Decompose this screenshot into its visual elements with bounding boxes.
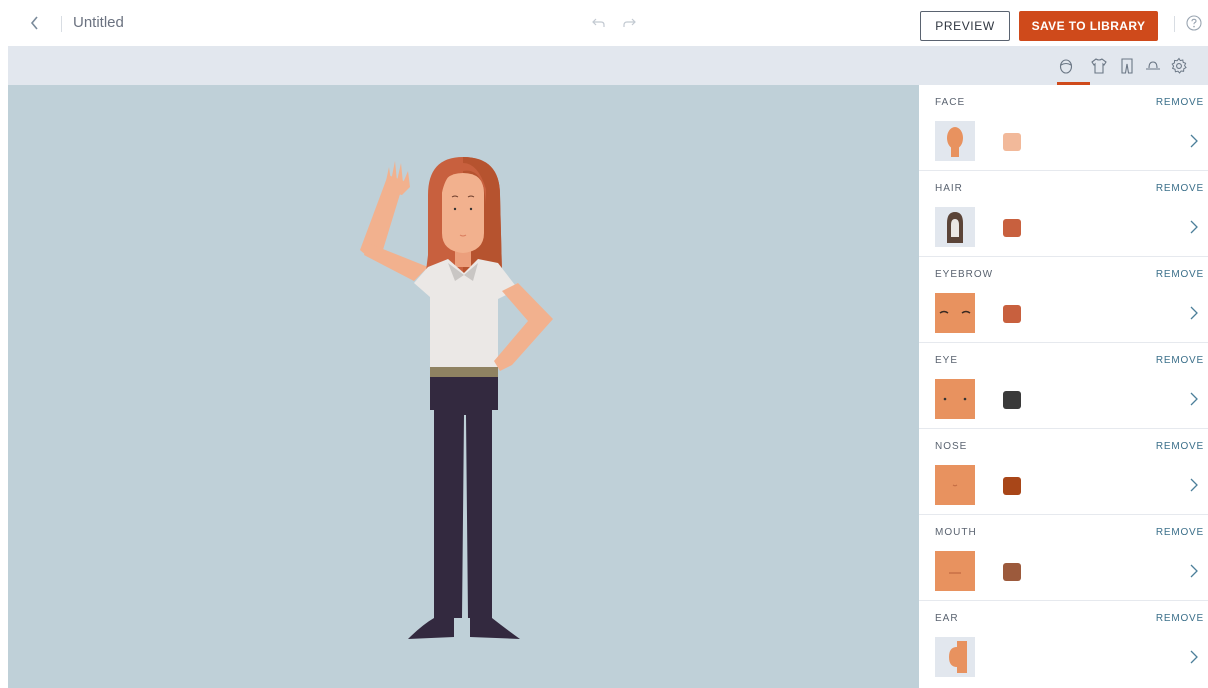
face-preview-image [935,121,975,161]
help-circle-icon[interactable] [1185,14,1203,32]
redo-icon [623,18,636,27]
shirt-icon [1091,58,1107,74]
hat-icon [1146,61,1160,70]
nose-section: NOSE REMOVE [919,429,1208,515]
section-label: HAIR [935,183,963,194]
character-figure[interactable] [8,85,919,688]
undo-button[interactable] [590,14,608,32]
hair-thumbnail[interactable] [935,207,975,247]
eye-thumbnail[interactable] [935,379,975,419]
remove-button[interactable]: REMOVE [1156,613,1204,624]
pants-icon [1121,58,1133,74]
help-divider [1174,16,1175,32]
face [442,173,484,253]
hair-preview-image [935,207,975,247]
nose-preview-image [935,465,975,505]
character-canvas[interactable] [8,85,919,688]
expand-button[interactable] [1186,561,1202,581]
section-label: NOSE [935,441,968,452]
remove-button[interactable]: REMOVE [1156,269,1204,280]
section-label: EAR [935,613,959,624]
ear-thumbnail[interactable] [935,637,975,677]
expand-button[interactable] [1186,217,1202,237]
expand-button[interactable] [1186,303,1202,323]
mouth-section: MOUTH REMOVE [919,515,1208,601]
section-label: FACE [935,97,966,108]
remove-button[interactable]: REMOVE [1156,355,1204,366]
back-button[interactable] [24,12,46,34]
section-label: EYE [935,355,959,366]
belt [430,367,498,377]
left-shoe [408,618,454,639]
eye-section: EYE REMOVE [919,343,1208,429]
color-swatch[interactable] [1003,391,1021,409]
tab-face[interactable] [1054,54,1078,78]
remove-button[interactable]: REMOVE [1156,183,1204,194]
face-section: FACE REMOVE [919,85,1208,171]
tab-top[interactable] [1087,54,1111,78]
chevron-right-icon [1190,392,1198,406]
title-divider [61,16,62,32]
remove-button[interactable]: REMOVE [1156,441,1204,452]
chevron-right-icon [1190,564,1198,578]
eyebrow-section: EYEBROW REMOVE [919,257,1208,343]
mouth-preview-image [935,551,975,591]
top-bar: Untitled PREVIEW SAVE TO LIBRARY [0,0,1208,46]
eye-preview-image [935,379,975,419]
eyebrow-thumbnail[interactable] [935,293,975,333]
chevron-right-icon [1190,134,1198,148]
preview-button[interactable]: PREVIEW [920,11,1010,41]
ear-preview-image [935,637,975,677]
ear-section: EAR REMOVE [919,601,1208,687]
chevron-left-icon [30,16,38,30]
section-label: EYEBROW [935,269,994,280]
raised-arm [360,161,428,281]
tab-accessories[interactable] [1141,54,1165,78]
color-swatch[interactable] [1003,477,1021,495]
settings-icon [1171,57,1187,74]
chevron-right-icon [1190,306,1198,320]
face-icon [1059,59,1073,74]
color-swatch[interactable] [1003,219,1021,237]
expand-button[interactable] [1186,475,1202,495]
chevron-right-icon [1190,220,1198,234]
redo-button[interactable] [620,14,638,32]
color-swatch[interactable] [1003,563,1021,581]
color-swatch[interactable] [1003,133,1021,151]
hair-section: HAIR REMOVE [919,171,1208,257]
face-thumbnail[interactable] [935,121,975,161]
document-title[interactable]: Untitled [73,14,124,31]
left-eye [453,207,457,211]
tab-settings[interactable] [1167,54,1191,78]
tab-bottom[interactable] [1115,54,1139,78]
remove-button[interactable]: REMOVE [1156,97,1204,108]
category-toolbar [8,46,1208,85]
properties-panel: FACE REMOVE HAIR REMOVE EYEBROW REMOVE E… [919,85,1208,688]
save-to-library-button[interactable]: SAVE TO LIBRARY [1019,11,1158,41]
pants [430,377,498,618]
expand-button[interactable] [1186,131,1202,151]
eyebrow-preview-image [935,293,975,333]
right-eye [469,207,473,211]
undo-icon [592,18,605,27]
expand-button[interactable] [1186,389,1202,409]
expand-button[interactable] [1186,647,1202,667]
nose-thumbnail[interactable] [935,465,975,505]
color-swatch[interactable] [1003,305,1021,323]
chevron-right-icon [1190,650,1198,664]
chevron-right-icon [1190,478,1198,492]
remove-button[interactable]: REMOVE [1156,527,1204,538]
right-shoe [470,618,520,639]
mouth-thumbnail[interactable] [935,551,975,591]
section-label: MOUTH [935,527,977,538]
